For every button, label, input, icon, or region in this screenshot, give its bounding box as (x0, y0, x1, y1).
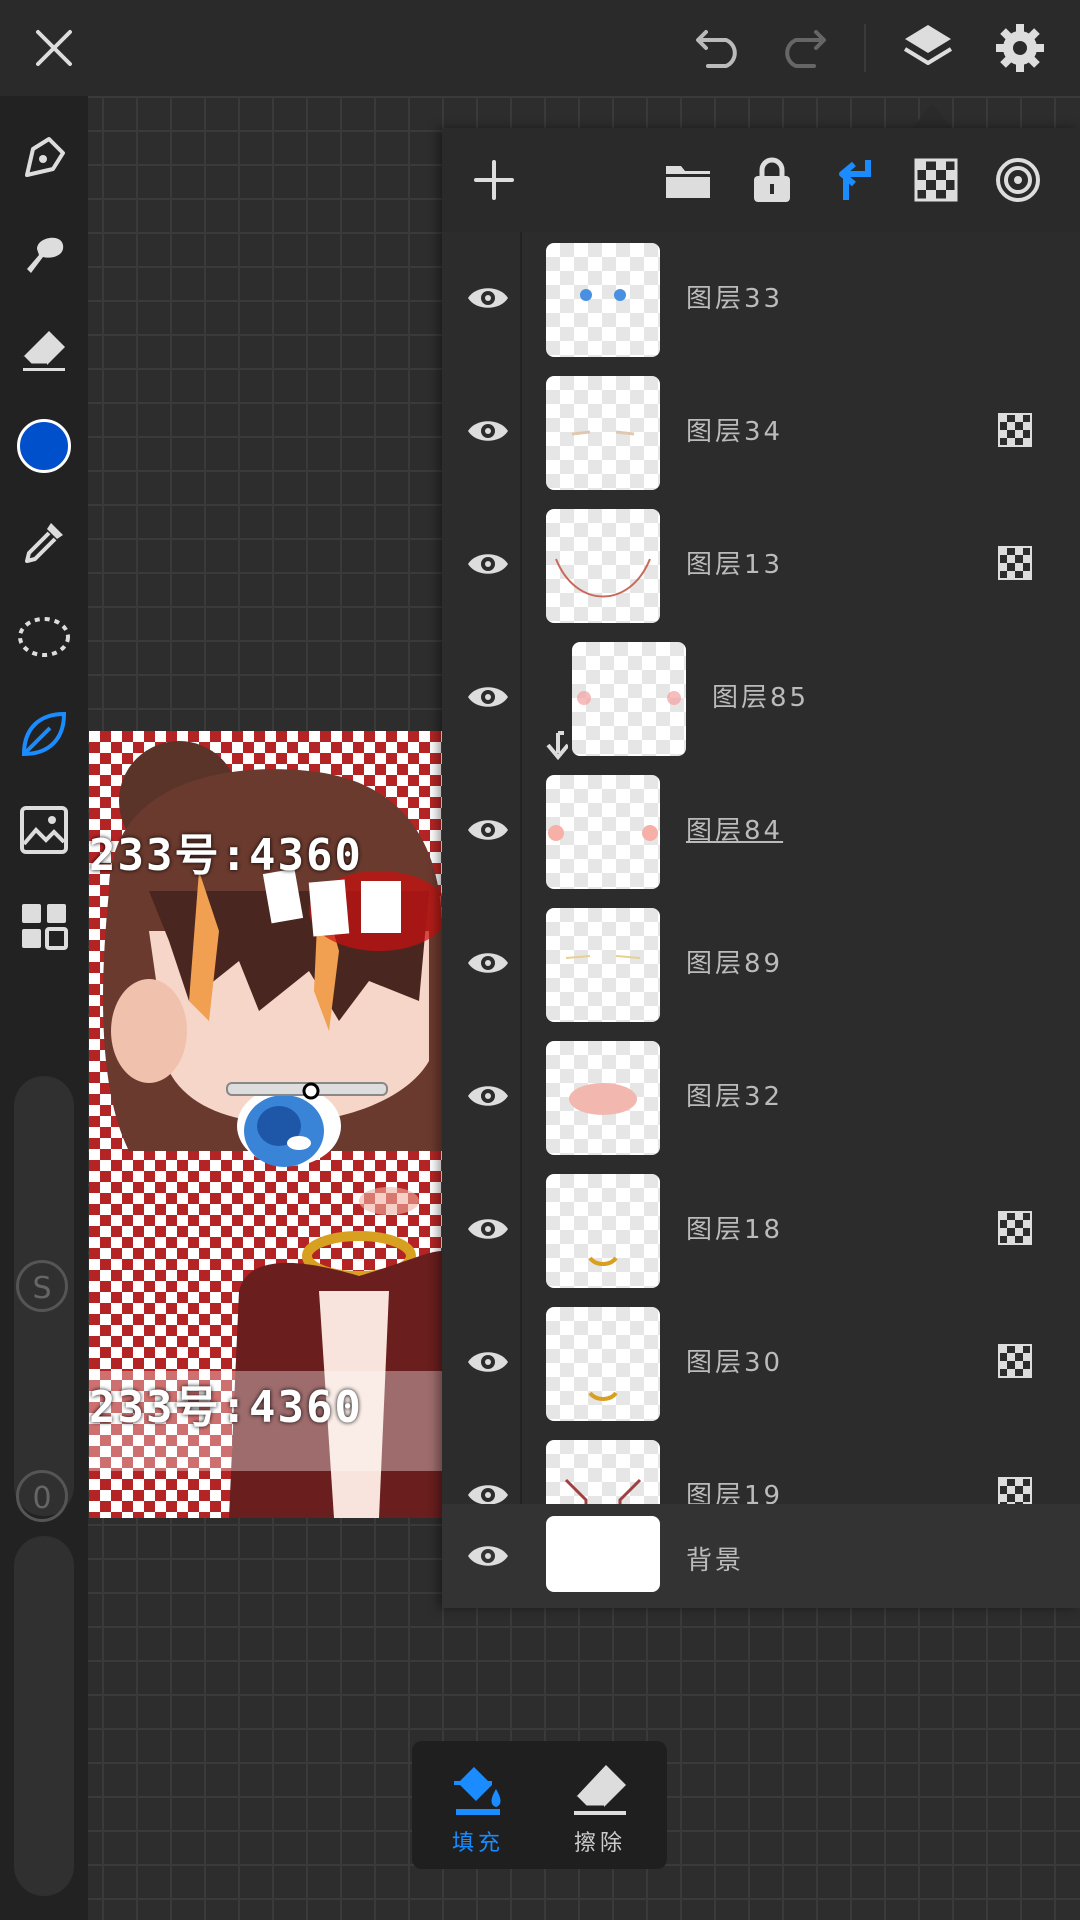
layer-thumbnail (546, 243, 660, 357)
eye-icon[interactable] (458, 1334, 518, 1390)
layer-row[interactable]: 图层89 (442, 897, 1080, 1032)
layer-thumbnail (546, 908, 660, 1022)
grid-icon[interactable] (12, 894, 76, 958)
layer-name: 图层34 (686, 417, 784, 447)
eye-icon[interactable] (458, 536, 518, 592)
opacity-slider[interactable] (14, 1536, 74, 1896)
fill-erase-bar: 填充 擦除 (412, 1741, 667, 1869)
layer-name: 图层18 (686, 1215, 784, 1245)
undo-icon[interactable] (690, 18, 750, 78)
layer-thumbnail (546, 509, 660, 623)
row-divider (520, 498, 522, 631)
background-layer-row[interactable]: 背景 (442, 1504, 1080, 1608)
layer-row[interactable]: 图层32 (442, 1030, 1080, 1165)
panel-caret (912, 104, 952, 128)
erase-label: 擦除 (573, 1831, 626, 1856)
layer-thumbnail (546, 1174, 660, 1288)
tool-sidebar: S 0 (0, 96, 88, 1920)
background-thumbnail (546, 1516, 660, 1592)
background-layer-name: 背景 (686, 1546, 745, 1576)
smudge-icon[interactable] (12, 222, 76, 286)
layer-thumbnail (546, 775, 660, 889)
checkerboard-icon[interactable] (906, 150, 966, 210)
gear-icon[interactable] (990, 18, 1050, 78)
folder-icon[interactable] (658, 150, 718, 210)
row-divider (520, 1163, 522, 1296)
erase-button[interactable]: 擦除 (540, 1741, 660, 1869)
row-divider (520, 897, 522, 1030)
artwork-canvas[interactable]: 233号:4360 233号:4360 (89, 731, 442, 1518)
row-divider (520, 232, 522, 365)
target-icon[interactable] (988, 150, 1048, 210)
layer-name: 图层13 (686, 550, 784, 580)
eye-icon[interactable] (458, 403, 518, 459)
watermark-bottom: 233号:4360 (89, 1382, 363, 1433)
layer-name: 图层30 (686, 1348, 784, 1378)
row-divider (520, 631, 522, 764)
opacity-indicator: 0 (16, 1470, 68, 1522)
layer-row[interactable]: 图层30 (442, 1296, 1080, 1431)
eye-icon[interactable] (458, 1528, 518, 1584)
layer-row[interactable]: 图层85 (442, 631, 1080, 766)
plus-icon[interactable] (464, 150, 524, 210)
fill-button[interactable]: 填充 (418, 1741, 538, 1869)
layer-thumbnail (546, 1307, 660, 1421)
eraser-icon[interactable] (12, 318, 76, 382)
eraser-icon (574, 1765, 626, 1815)
layers-toolbar (442, 128, 1080, 232)
lock-icon[interactable] (742, 150, 802, 210)
layer-name: 图层32 (686, 1082, 784, 1112)
image-import-icon[interactable] (12, 798, 76, 862)
toolbar-divider (864, 24, 866, 72)
alpha-lock-icon[interactable] (998, 413, 1032, 447)
layer-name: 图层33 (686, 284, 784, 314)
lasso-icon[interactable] (12, 606, 76, 670)
clipping-mask-icon[interactable] (824, 150, 884, 210)
watermark-top: 233号:4360 (89, 830, 363, 881)
layer-name: 图层84 (686, 816, 784, 846)
eye-icon[interactable] (458, 1201, 518, 1257)
paint-bucket-icon (454, 1767, 501, 1815)
layer-thumbnail (572, 642, 686, 756)
close-icon[interactable] (24, 18, 84, 78)
top-bar (0, 0, 1080, 96)
layer-name: 图层89 (686, 949, 784, 979)
eye-icon[interactable] (458, 1068, 518, 1124)
fill-label: 填充 (451, 1831, 504, 1856)
redo-icon[interactable] (772, 18, 832, 78)
clip-arrow-icon (546, 731, 568, 761)
leaf-brush-icon[interactable] (12, 702, 76, 766)
layer-thumbnail (546, 376, 660, 490)
row-divider (520, 1030, 522, 1163)
layers-panel: 图层33 图层34 图层13 图层85 图层84 图层89 图层32 图层18 图层30 图层19… (442, 128, 1080, 1608)
eye-icon[interactable] (458, 935, 518, 991)
layer-row[interactable]: 图层84 (442, 764, 1080, 899)
layer-row[interactable]: 图层13 (442, 498, 1080, 633)
pen-icon[interactable] (12, 126, 76, 190)
size-indicator: S (16, 1260, 68, 1312)
eyedropper-icon[interactable] (12, 510, 76, 574)
eye-icon[interactable] (458, 270, 518, 326)
alpha-lock-icon[interactable] (998, 1211, 1032, 1245)
layer-name: 图层85 (712, 683, 810, 713)
layer-row[interactable]: 图层34 (442, 365, 1080, 500)
color-swatch[interactable] (12, 414, 76, 478)
row-divider (520, 1296, 522, 1429)
alpha-lock-icon[interactable] (998, 1344, 1032, 1378)
layer-list[interactable]: 图层33 图层34 图层13 图层85 图层84 图层89 图层32 图层18 图层30 图层19 (442, 232, 1080, 1636)
alpha-lock-icon[interactable] (998, 546, 1032, 580)
layer-row[interactable]: 图层18 (442, 1163, 1080, 1298)
current-color (17, 419, 71, 473)
row-divider (520, 764, 522, 897)
eye-icon[interactable] (458, 802, 518, 858)
layer-thumbnail (546, 1041, 660, 1155)
layer-row[interactable]: 图层33 (442, 232, 1080, 367)
layers-icon[interactable] (898, 18, 958, 78)
row-divider (520, 365, 522, 498)
eye-icon[interactable] (458, 669, 518, 725)
